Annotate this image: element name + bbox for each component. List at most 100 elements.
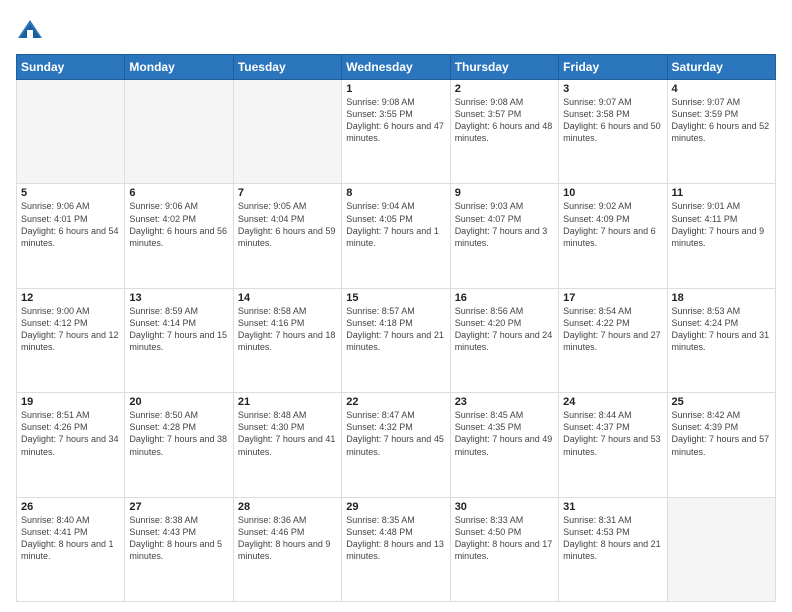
- calendar-day: 28Sunrise: 8:36 AM Sunset: 4:46 PM Dayli…: [233, 497, 341, 601]
- calendar-day: 18Sunrise: 8:53 AM Sunset: 4:24 PM Dayli…: [667, 288, 775, 392]
- logo: [16, 16, 46, 44]
- day-info: Sunrise: 9:02 AM Sunset: 4:09 PM Dayligh…: [563, 200, 662, 249]
- day-number: 14: [238, 292, 337, 304]
- day-info: Sunrise: 9:08 AM Sunset: 3:57 PM Dayligh…: [455, 96, 554, 145]
- day-number: 2: [455, 83, 554, 95]
- calendar-day: 15Sunrise: 8:57 AM Sunset: 4:18 PM Dayli…: [342, 288, 450, 392]
- day-info: Sunrise: 9:06 AM Sunset: 4:01 PM Dayligh…: [21, 200, 120, 249]
- weekday-header: Tuesday: [233, 55, 341, 80]
- day-info: Sunrise: 8:45 AM Sunset: 4:35 PM Dayligh…: [455, 409, 554, 458]
- calendar-empty: [125, 80, 233, 184]
- day-info: Sunrise: 9:04 AM Sunset: 4:05 PM Dayligh…: [346, 200, 445, 249]
- day-number: 12: [21, 292, 120, 304]
- weekday-header: Saturday: [667, 55, 775, 80]
- calendar-day: 16Sunrise: 8:56 AM Sunset: 4:20 PM Dayli…: [450, 288, 558, 392]
- calendar-day: 6Sunrise: 9:06 AM Sunset: 4:02 PM Daylig…: [125, 184, 233, 288]
- calendar-table: SundayMondayTuesdayWednesdayThursdayFrid…: [16, 54, 776, 602]
- weekday-header: Thursday: [450, 55, 558, 80]
- day-number: 10: [563, 187, 662, 199]
- day-number: 27: [129, 501, 228, 513]
- day-info: Sunrise: 8:54 AM Sunset: 4:22 PM Dayligh…: [563, 305, 662, 354]
- calendar-day: 3Sunrise: 9:07 AM Sunset: 3:58 PM Daylig…: [559, 80, 667, 184]
- calendar-day: 26Sunrise: 8:40 AM Sunset: 4:41 PM Dayli…: [17, 497, 125, 601]
- day-info: Sunrise: 8:42 AM Sunset: 4:39 PM Dayligh…: [672, 409, 771, 458]
- calendar-week-row: 1Sunrise: 9:08 AM Sunset: 3:55 PM Daylig…: [17, 80, 776, 184]
- calendar-day: 25Sunrise: 8:42 AM Sunset: 4:39 PM Dayli…: [667, 393, 775, 497]
- day-number: 9: [455, 187, 554, 199]
- calendar-empty: [233, 80, 341, 184]
- calendar-day: 30Sunrise: 8:33 AM Sunset: 4:50 PM Dayli…: [450, 497, 558, 601]
- calendar-day: 11Sunrise: 9:01 AM Sunset: 4:11 PM Dayli…: [667, 184, 775, 288]
- calendar-day: 13Sunrise: 8:59 AM Sunset: 4:14 PM Dayli…: [125, 288, 233, 392]
- day-info: Sunrise: 8:31 AM Sunset: 4:53 PM Dayligh…: [563, 514, 662, 563]
- day-info: Sunrise: 8:59 AM Sunset: 4:14 PM Dayligh…: [129, 305, 228, 354]
- day-info: Sunrise: 9:08 AM Sunset: 3:55 PM Dayligh…: [346, 96, 445, 145]
- calendar-day: 23Sunrise: 8:45 AM Sunset: 4:35 PM Dayli…: [450, 393, 558, 497]
- calendar-week-row: 19Sunrise: 8:51 AM Sunset: 4:26 PM Dayli…: [17, 393, 776, 497]
- weekday-header: Monday: [125, 55, 233, 80]
- day-number: 6: [129, 187, 228, 199]
- day-info: Sunrise: 8:57 AM Sunset: 4:18 PM Dayligh…: [346, 305, 445, 354]
- day-number: 5: [21, 187, 120, 199]
- day-number: 11: [672, 187, 771, 199]
- calendar-header-row: SundayMondayTuesdayWednesdayThursdayFrid…: [17, 55, 776, 80]
- calendar-day: 27Sunrise: 8:38 AM Sunset: 4:43 PM Dayli…: [125, 497, 233, 601]
- day-info: Sunrise: 9:06 AM Sunset: 4:02 PM Dayligh…: [129, 200, 228, 249]
- weekday-header: Friday: [559, 55, 667, 80]
- day-info: Sunrise: 8:44 AM Sunset: 4:37 PM Dayligh…: [563, 409, 662, 458]
- calendar-week-row: 26Sunrise: 8:40 AM Sunset: 4:41 PM Dayli…: [17, 497, 776, 601]
- calendar-day: 7Sunrise: 9:05 AM Sunset: 4:04 PM Daylig…: [233, 184, 341, 288]
- day-info: Sunrise: 8:48 AM Sunset: 4:30 PM Dayligh…: [238, 409, 337, 458]
- calendar-day: 29Sunrise: 8:35 AM Sunset: 4:48 PM Dayli…: [342, 497, 450, 601]
- day-number: 30: [455, 501, 554, 513]
- day-number: 13: [129, 292, 228, 304]
- calendar-day: 20Sunrise: 8:50 AM Sunset: 4:28 PM Dayli…: [125, 393, 233, 497]
- day-number: 16: [455, 292, 554, 304]
- header: [16, 16, 776, 44]
- day-info: Sunrise: 8:38 AM Sunset: 4:43 PM Dayligh…: [129, 514, 228, 563]
- day-info: Sunrise: 9:00 AM Sunset: 4:12 PM Dayligh…: [21, 305, 120, 354]
- calendar-day: 2Sunrise: 9:08 AM Sunset: 3:57 PM Daylig…: [450, 80, 558, 184]
- day-number: 15: [346, 292, 445, 304]
- day-info: Sunrise: 8:47 AM Sunset: 4:32 PM Dayligh…: [346, 409, 445, 458]
- calendar-week-row: 5Sunrise: 9:06 AM Sunset: 4:01 PM Daylig…: [17, 184, 776, 288]
- day-number: 7: [238, 187, 337, 199]
- calendar-day: 5Sunrise: 9:06 AM Sunset: 4:01 PM Daylig…: [17, 184, 125, 288]
- day-info: Sunrise: 8:58 AM Sunset: 4:16 PM Dayligh…: [238, 305, 337, 354]
- calendar-day: 14Sunrise: 8:58 AM Sunset: 4:16 PM Dayli…: [233, 288, 341, 392]
- calendar-day: 8Sunrise: 9:04 AM Sunset: 4:05 PM Daylig…: [342, 184, 450, 288]
- day-number: 31: [563, 501, 662, 513]
- calendar-day: 1Sunrise: 9:08 AM Sunset: 3:55 PM Daylig…: [342, 80, 450, 184]
- day-number: 18: [672, 292, 771, 304]
- day-info: Sunrise: 8:51 AM Sunset: 4:26 PM Dayligh…: [21, 409, 120, 458]
- day-number: 22: [346, 396, 445, 408]
- day-number: 1: [346, 83, 445, 95]
- logo-icon: [16, 16, 44, 44]
- calendar-day: 22Sunrise: 8:47 AM Sunset: 4:32 PM Dayli…: [342, 393, 450, 497]
- day-info: Sunrise: 8:56 AM Sunset: 4:20 PM Dayligh…: [455, 305, 554, 354]
- calendar-day: 12Sunrise: 9:00 AM Sunset: 4:12 PM Dayli…: [17, 288, 125, 392]
- page: SundayMondayTuesdayWednesdayThursdayFrid…: [0, 0, 792, 612]
- day-number: 21: [238, 396, 337, 408]
- day-number: 28: [238, 501, 337, 513]
- day-info: Sunrise: 9:07 AM Sunset: 3:59 PM Dayligh…: [672, 96, 771, 145]
- day-number: 25: [672, 396, 771, 408]
- day-number: 20: [129, 396, 228, 408]
- calendar-day: 9Sunrise: 9:03 AM Sunset: 4:07 PM Daylig…: [450, 184, 558, 288]
- day-number: 3: [563, 83, 662, 95]
- day-info: Sunrise: 9:07 AM Sunset: 3:58 PM Dayligh…: [563, 96, 662, 145]
- day-number: 24: [563, 396, 662, 408]
- day-number: 23: [455, 396, 554, 408]
- day-number: 19: [21, 396, 120, 408]
- day-info: Sunrise: 8:53 AM Sunset: 4:24 PM Dayligh…: [672, 305, 771, 354]
- weekday-header: Wednesday: [342, 55, 450, 80]
- day-number: 29: [346, 501, 445, 513]
- calendar-empty: [17, 80, 125, 184]
- day-info: Sunrise: 9:03 AM Sunset: 4:07 PM Dayligh…: [455, 200, 554, 249]
- calendar-day: 31Sunrise: 8:31 AM Sunset: 4:53 PM Dayli…: [559, 497, 667, 601]
- day-info: Sunrise: 8:35 AM Sunset: 4:48 PM Dayligh…: [346, 514, 445, 563]
- calendar-day: 4Sunrise: 9:07 AM Sunset: 3:59 PM Daylig…: [667, 80, 775, 184]
- day-info: Sunrise: 8:33 AM Sunset: 4:50 PM Dayligh…: [455, 514, 554, 563]
- day-number: 8: [346, 187, 445, 199]
- day-info: Sunrise: 9:05 AM Sunset: 4:04 PM Dayligh…: [238, 200, 337, 249]
